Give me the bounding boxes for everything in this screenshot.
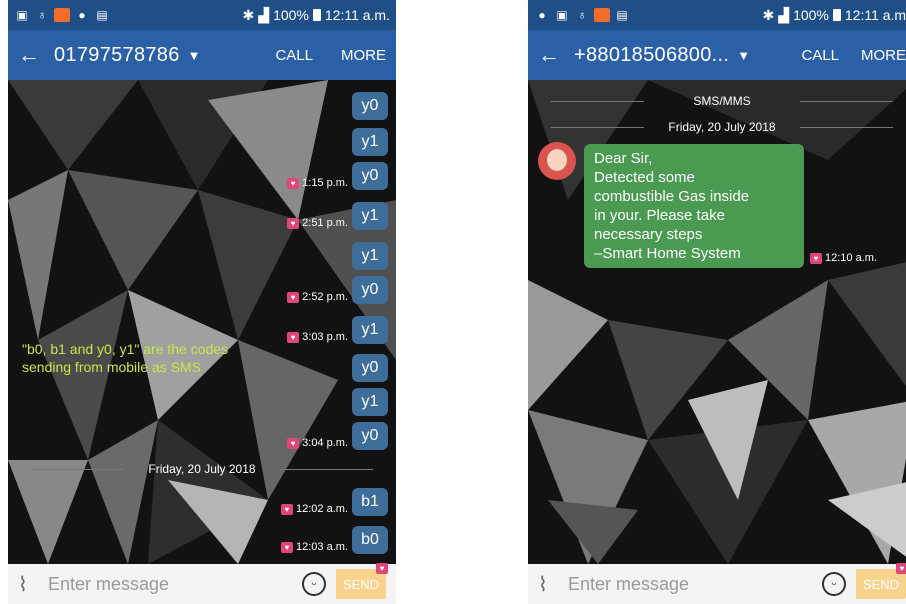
outgoing-bubble[interactable]: y0 xyxy=(352,422,388,450)
battery-icon xyxy=(312,9,321,21)
signal-icon: ▟ xyxy=(778,6,790,23)
message-input[interactable] xyxy=(568,573,822,595)
conversation[interactable]: y0 y1 y0 ♥ 1:15 p.m. y1 ♥ 2:51 p.m. y1 y0 … xyxy=(8,80,396,564)
heart-icon: ♥ xyxy=(810,252,822,264)
heart-icon: ♥ xyxy=(281,503,294,515)
heart-icon: ♥ xyxy=(287,291,300,303)
heart-icon: ♥ xyxy=(376,563,388,574)
more-button[interactable]: MORE xyxy=(341,47,386,64)
annotation-text: "b0, b1 and y0, y1" are the codes sendin… xyxy=(22,341,229,375)
image-icon: ▤ xyxy=(96,8,108,22)
outgoing-bubble[interactable]: y1 xyxy=(352,388,388,416)
emoji-icon[interactable]: ᵕ xyxy=(822,572,846,596)
date-separator: Friday, 20 July 2018 xyxy=(528,120,906,134)
left-phone-screen: ▣ ♁ ● ▤ ✱ ▟ 100% 12:11 a.m. ← 0179757878… xyxy=(8,0,396,604)
clock: 12:11 a.m. xyxy=(324,7,390,23)
message-timestamp: ♥ 2:52 p.m. xyxy=(287,291,348,303)
chat-icon: ● xyxy=(78,8,86,22)
message-timestamp: ♥ 1:15 p.m. xyxy=(287,177,348,189)
bluetooth-icon: ✱ xyxy=(242,6,255,23)
more-button[interactable]: MORE xyxy=(861,47,906,64)
back-arrow-icon[interactable]: ← xyxy=(18,42,48,68)
contact-number[interactable]: +88018506800... xyxy=(574,44,729,67)
message-input[interactable] xyxy=(48,573,302,595)
outgoing-bubble[interactable]: y0 xyxy=(352,92,388,120)
composer: ⌇ ᵕ SEND♥ xyxy=(528,563,906,604)
paperclip-icon[interactable]: ⌇ xyxy=(538,572,568,597)
right-phone-screen: ● ▣ ♁ ▤ ✱ ▟ 100% 12:11 a.m. ← +880185068… xyxy=(528,0,906,604)
kb-icon: ♁ xyxy=(37,8,47,22)
outgoing-bubble[interactable]: y0 xyxy=(352,276,388,304)
status-bar: ▣ ♁ ● ▤ ✱ ▟ 100% 12:11 a.m. xyxy=(8,0,396,30)
outgoing-bubble[interactable]: y0 xyxy=(352,162,388,190)
call-button[interactable]: CALL xyxy=(275,47,313,64)
send-button[interactable]: SEND ♥ xyxy=(336,563,388,599)
clock: 12:11 a.m. xyxy=(844,7,906,23)
contact-number[interactable]: 01797578786 xyxy=(54,44,180,67)
outgoing-bubble[interactable]: b1 xyxy=(352,488,388,516)
app-icon xyxy=(594,8,610,22)
dropdown-icon[interactable]: ▼ xyxy=(737,48,750,63)
kb-icon: ♁ xyxy=(577,8,587,22)
heart-icon: ♥ xyxy=(287,217,300,229)
dropdown-icon[interactable]: ▼ xyxy=(188,48,201,63)
paperclip-icon[interactable]: ⌇ xyxy=(18,572,48,597)
message-timestamp: ♥ 3:03 p.m. xyxy=(287,331,348,343)
outgoing-bubble[interactable]: y1 xyxy=(352,202,388,230)
outgoing-bubble[interactable]: y1 xyxy=(352,242,388,270)
incoming-bubble[interactable]: Dear Sir, Detected some combustible Gas … xyxy=(584,144,804,268)
date-separator: Friday, 20 July 2018 xyxy=(8,462,396,476)
image-icon: ▤ xyxy=(616,8,628,22)
message-timestamp: ♥ 12:03 a.m. xyxy=(281,541,348,553)
battery-percent: 100% xyxy=(273,7,309,23)
message-timestamp: ♥ 12:10 a.m. xyxy=(810,252,877,264)
signal-icon: ▟ xyxy=(258,6,270,23)
chat-icon: ● xyxy=(538,8,546,22)
call-button[interactable]: CALL xyxy=(801,47,839,64)
camera-icon: ▣ xyxy=(556,8,568,22)
message-timestamp: ♥ 12:02 a.m. xyxy=(281,503,348,515)
channel-label: SMS/MMS xyxy=(528,94,906,108)
background-pattern xyxy=(8,80,396,564)
app-bar: ← 01797578786 ▼ CALL MORE xyxy=(8,30,396,80)
battery-icon xyxy=(832,9,841,21)
outgoing-bubble[interactable]: y0 xyxy=(352,354,388,382)
heart-icon: ♥ xyxy=(287,437,300,449)
bluetooth-icon: ✱ xyxy=(762,6,775,23)
message-timestamp: ♥ 2:51 p.m. xyxy=(287,217,348,229)
heart-icon: ♥ xyxy=(281,541,294,553)
heart-icon: ♥ xyxy=(287,177,300,189)
back-arrow-icon[interactable]: ← xyxy=(538,42,568,68)
heart-icon: ♥ xyxy=(896,563,906,574)
app-icon xyxy=(54,8,70,22)
conversation[interactable]: SMS/MMS Friday, 20 July 2018 Dear Sir, D… xyxy=(528,80,906,564)
emoji-icon[interactable]: ᵕ xyxy=(302,572,326,596)
send-button[interactable]: SEND ♥ xyxy=(856,563,906,599)
avatar[interactable] xyxy=(538,142,576,180)
outgoing-bubble[interactable]: y1 xyxy=(352,128,388,156)
status-bar: ● ▣ ♁ ▤ ✱ ▟ 100% 12:11 a.m. xyxy=(528,0,906,30)
battery-percent: 100% xyxy=(793,7,829,23)
app-bar: ← +88018506800... ▼ CALL MORE xyxy=(528,30,906,80)
camera-icon: ▣ xyxy=(16,8,28,22)
composer: ⌇ ᵕ SEND♥ xyxy=(8,563,396,604)
heart-icon: ♥ xyxy=(287,331,300,343)
outgoing-bubble[interactable]: b0 xyxy=(352,526,388,554)
message-timestamp: ♥ 3:04 p.m. xyxy=(287,437,348,449)
outgoing-bubble[interactable]: y1 xyxy=(352,316,388,344)
